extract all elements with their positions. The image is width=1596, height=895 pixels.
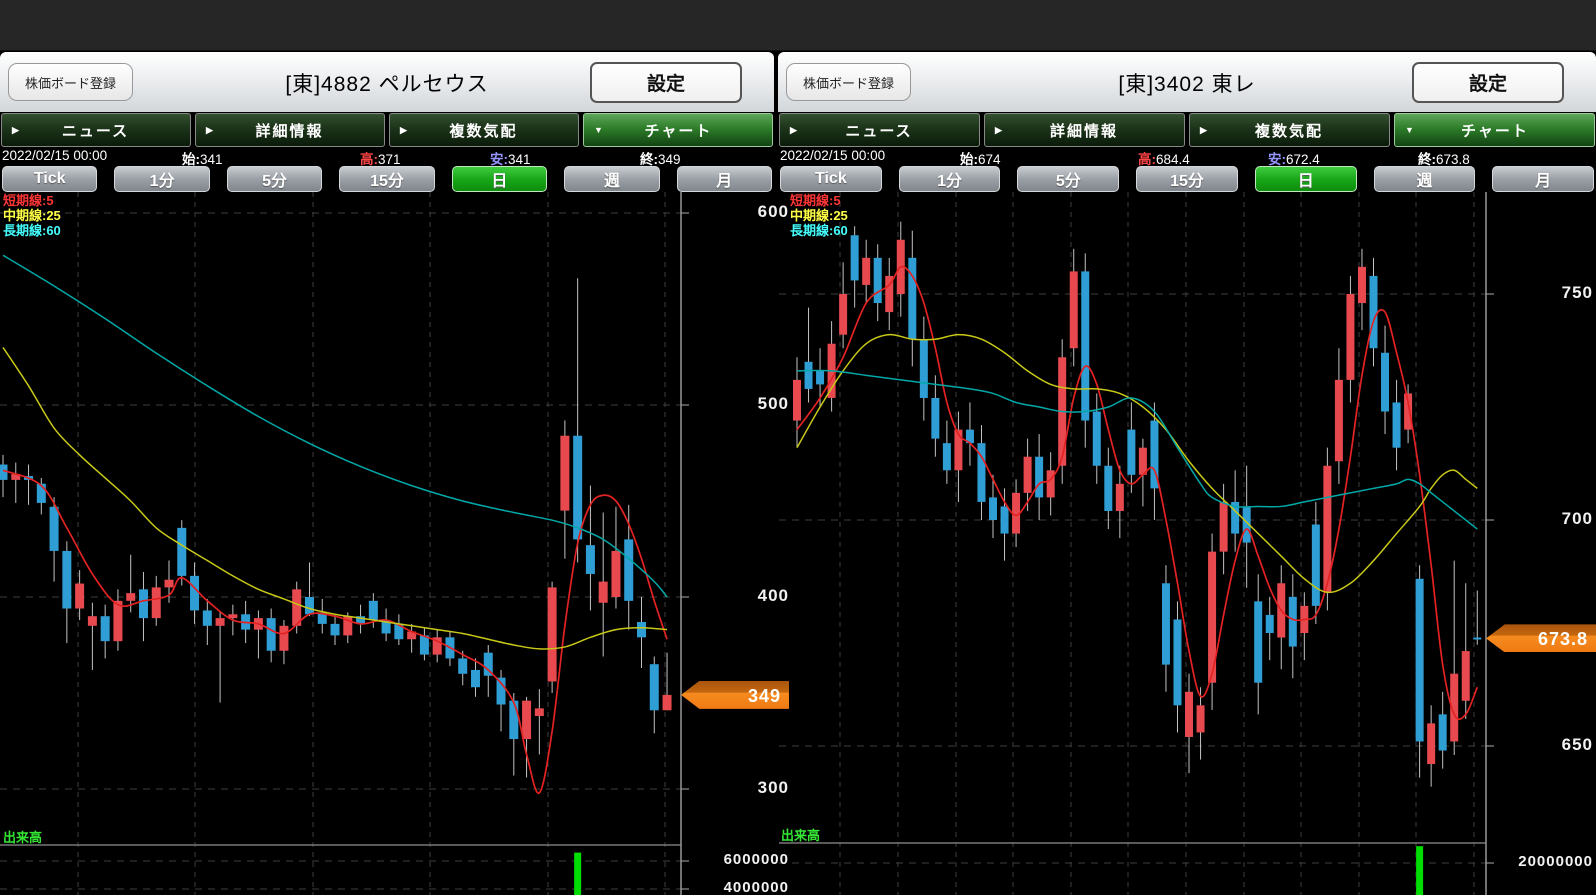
tab-label: ニュース — [31, 120, 160, 141]
tab-label: 詳細情報 — [225, 120, 354, 141]
tab-3-selected[interactable]: ▼ チャート — [583, 113, 773, 147]
ma-legend-item: 中期線:25 — [790, 208, 848, 223]
top-bar — [0, 0, 1596, 51]
timeframe-button-日-selected[interactable]: 日 — [1255, 166, 1357, 192]
settings-button[interactable]: 設定 — [590, 62, 742, 103]
price-axis-label: 300 — [689, 778, 789, 798]
tab-label: ニュース — [809, 120, 949, 141]
ma-legend-item: 長期線:60 — [790, 223, 848, 238]
panel-right-header: 株価ボード登録 [東]3402 東レ 設定 — [778, 52, 1596, 112]
tab-label: チャート — [615, 120, 742, 141]
timeframe-button-5分[interactable]: 5分 — [227, 166, 322, 192]
ohlc-info-left: 2022/02/15 00:00 始:341 高:371 安:341 終:349 — [0, 147, 774, 166]
ohlc-value: 終:673.8 — [1418, 148, 1470, 168]
ma-legend-item: 短期線:5 — [790, 193, 848, 208]
tab-1[interactable]: ▶ 詳細情報 — [195, 113, 385, 147]
timeframe-button-15分[interactable]: 15分 — [1136, 166, 1238, 192]
tab-2[interactable]: ▶ 複数気配 — [1189, 113, 1390, 147]
ohlc-value: 安:672.4 — [1268, 148, 1320, 168]
tab-label: 複数気配 — [1219, 120, 1359, 141]
volume-axis-label: 4000000 — [671, 879, 789, 895]
price-chart-left[interactable] — [0, 192, 792, 895]
current-price-value: 349 — [748, 686, 781, 707]
stock-chart-app: 株価ボード登録 [東]4882 ペルセウス 設定 ▶ ニュース ▶ 詳細情報 ▶ 複数気配… — [0, 0, 1596, 895]
tab-bar-right: ▶ ニュース ▶ 詳細情報 ▶ 複数気配 ▼ チャート — [778, 112, 1596, 147]
volume-label: 出来高 — [3, 827, 42, 846]
triangle-right-icon: ▶ — [995, 125, 1002, 136]
tab-label: 複数気配 — [419, 120, 548, 141]
timeframe-button-Tick[interactable]: Tick — [780, 166, 882, 192]
tab-label: 詳細情報 — [1014, 120, 1154, 141]
settings-button[interactable]: 設定 — [1412, 62, 1564, 103]
current-price-flag: 673.8 — [1486, 624, 1596, 652]
ma-legend-item: 長期線:60 — [3, 223, 61, 238]
price-axis-label: 500 — [689, 394, 789, 414]
timeframe-button-週[interactable]: 週 — [564, 166, 659, 192]
timeframe-button-月[interactable]: 月 — [677, 166, 772, 192]
price-axis-label: 400 — [689, 586, 789, 606]
current-price-value: 673.8 — [1538, 629, 1588, 650]
ma-legend-item: 短期線:5 — [3, 193, 61, 208]
timeframe-bar-left: Tick 1分 5分 15分日週月 — [0, 166, 774, 192]
volume-label: 出来高 — [781, 825, 820, 844]
chart-datetime: 2022/02/15 00:00 — [2, 148, 107, 163]
price-axis-label: 600 — [689, 202, 789, 222]
ohlc-value: 始:341 — [182, 148, 223, 168]
tab-label: チャート — [1426, 120, 1564, 141]
ohlc-value: 終:349 — [640, 148, 681, 168]
tab-0[interactable]: ▶ ニュース — [1, 113, 191, 147]
triangle-right-icon: ▶ — [790, 125, 797, 136]
timeframe-button-15分[interactable]: 15分 — [339, 166, 434, 192]
tab-bar-left: ▶ ニュース ▶ 詳細情報 ▶ 複数気配 ▼ チャート — [0, 112, 774, 147]
tab-0[interactable]: ▶ ニュース — [779, 113, 980, 147]
ma-legend: 短期線:5中期線:25長期線:60 — [3, 193, 61, 238]
price-axis-label: 650 — [1493, 735, 1593, 755]
triangle-down-icon: ▼ — [1405, 125, 1414, 135]
ohlc-value: 始:674 — [960, 148, 1001, 168]
chart-datetime: 2022/02/15 00:00 — [780, 148, 885, 163]
ohlc-value: 安:341 — [490, 148, 531, 168]
triangle-right-icon: ▶ — [12, 125, 19, 136]
ma-legend: 短期線:5中期線:25長期線:60 — [790, 193, 848, 238]
timeframe-button-月[interactable]: 月 — [1492, 166, 1594, 192]
ma-legend-item: 中期線:25 — [3, 208, 61, 223]
timeframe-button-日-selected[interactable]: 日 — [452, 166, 547, 192]
triangle-down-icon: ▼ — [594, 125, 603, 135]
timeframe-button-5分[interactable]: 5分 — [1017, 166, 1119, 192]
timeframe-button-週[interactable]: 週 — [1374, 166, 1476, 192]
timeframe-button-Tick[interactable]: Tick — [2, 166, 97, 192]
tab-2[interactable]: ▶ 複数気配 — [389, 113, 579, 147]
tab-3-selected[interactable]: ▼ チャート — [1394, 113, 1595, 147]
triangle-right-icon: ▶ — [206, 125, 213, 136]
triangle-right-icon: ▶ — [1200, 125, 1207, 136]
timeframe-bar-right: Tick 1分 5分 15分日週月 — [778, 166, 1596, 192]
timeframe-button-1分[interactable]: 1分 — [114, 166, 209, 192]
ohlc-info-right: 2022/02/15 00:00 始:674 高:684.4 安:672.4 終:673… — [778, 147, 1596, 166]
volume-axis-label: 6000000 — [671, 851, 789, 868]
ohlc-value: 高:371 — [360, 148, 401, 168]
volume-axis-label: 20000000 — [1475, 853, 1593, 870]
tab-1[interactable]: ▶ 詳細情報 — [984, 113, 1185, 147]
triangle-right-icon: ▶ — [400, 125, 407, 136]
timeframe-button-1分[interactable]: 1分 — [899, 166, 1001, 192]
panel-left-header: 株価ボード登録 [東]4882 ペルセウス 設定 — [0, 52, 774, 112]
ohlc-value: 高:684.4 — [1138, 148, 1190, 168]
price-axis-label: 700 — [1493, 509, 1593, 529]
price-axis-label: 750 — [1493, 283, 1593, 303]
price-chart-right[interactable] — [778, 192, 1596, 895]
current-price-flag: 349 — [681, 681, 789, 709]
